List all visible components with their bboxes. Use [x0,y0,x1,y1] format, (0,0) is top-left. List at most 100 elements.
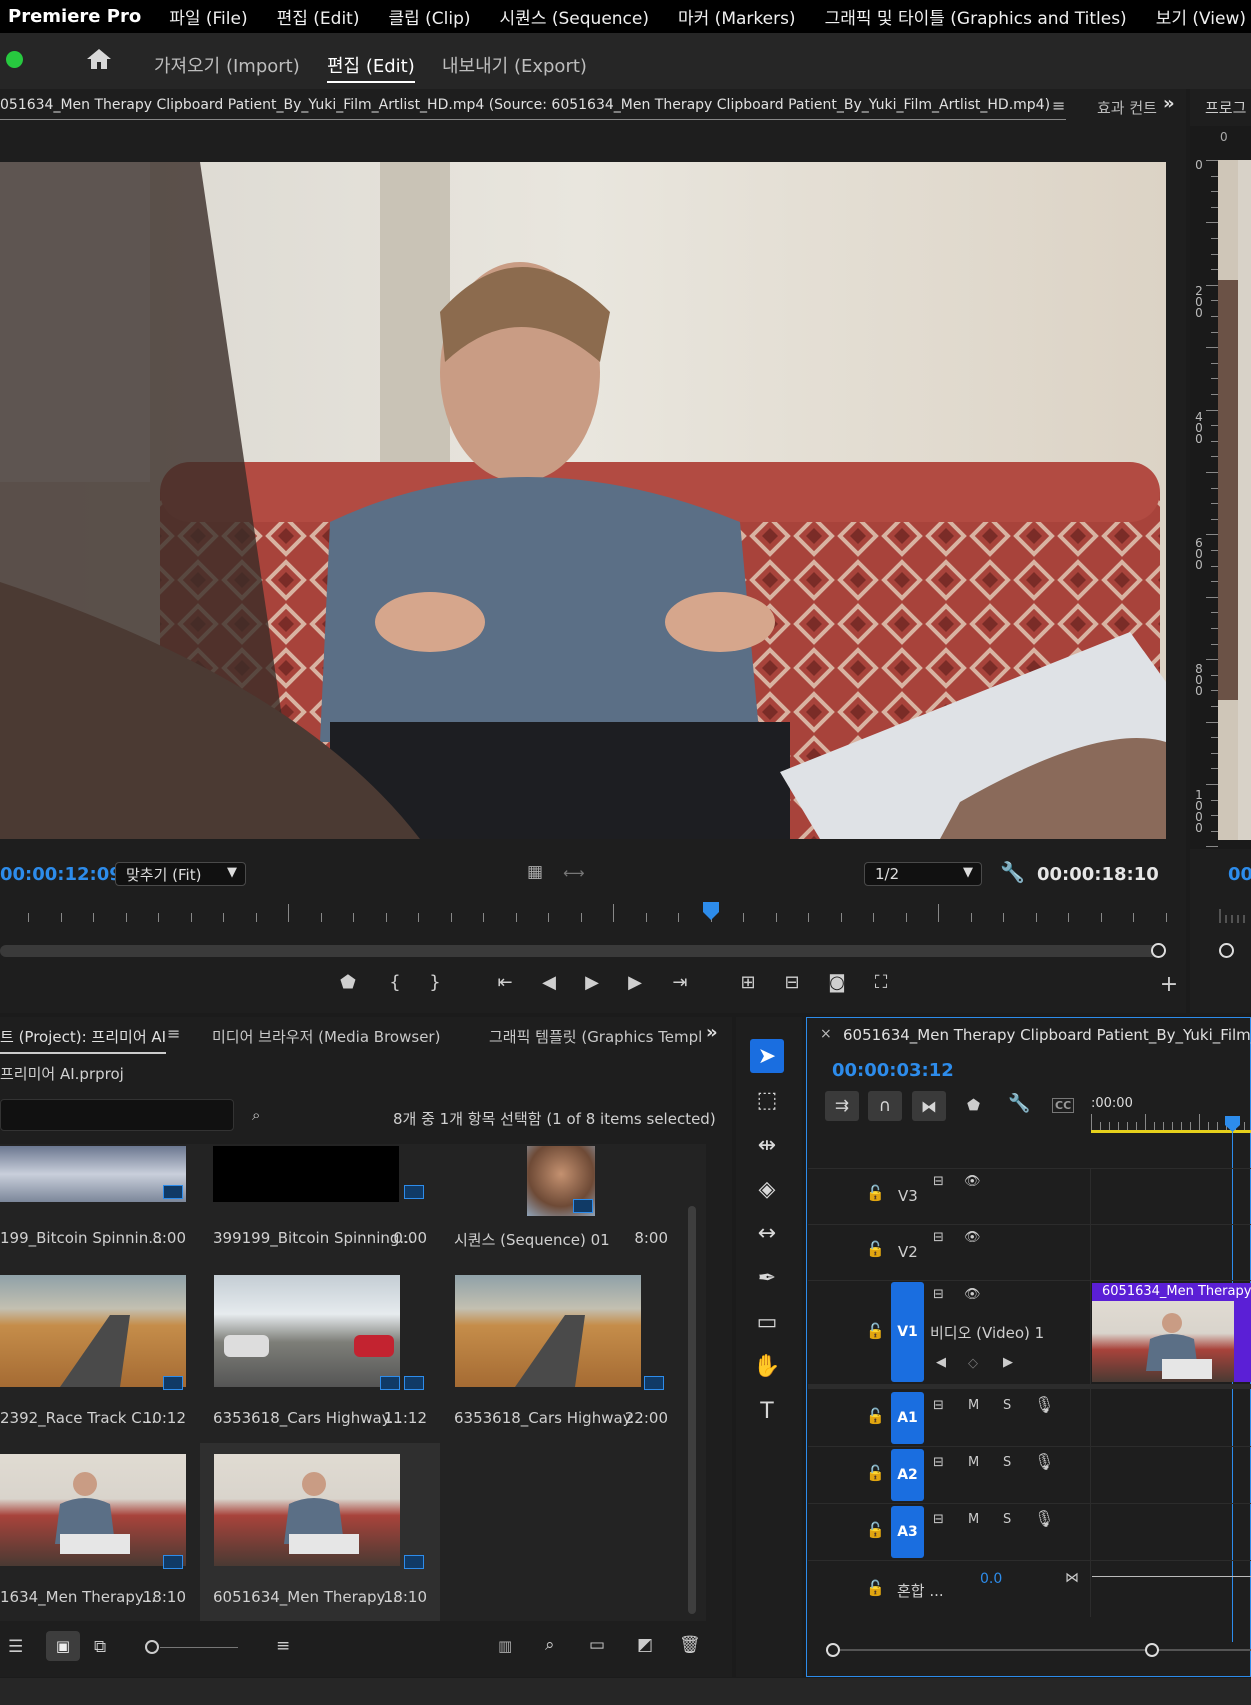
zoom-slider-handle[interactable] [145,1640,159,1654]
source-video-frame[interactable] [0,162,1166,839]
track-v1-badge[interactable]: V1 [891,1282,924,1382]
menu-sequence[interactable]: 시퀀스 (Sequence) [500,4,649,29]
search-input[interactable] [0,1099,234,1131]
find-icon[interactable]: ⌕ [545,1635,555,1655]
timeline-playhead[interactable] [1225,1116,1240,1132]
timeline-current-timecode[interactable]: 00:00:03:12 [832,1060,954,1081]
home-icon[interactable] [86,48,112,74]
next-keyframe-icon[interactable]: ▶ [1003,1355,1013,1370]
mark-out-icon[interactable]: } [422,972,448,993]
project-scrollbar[interactable] [688,1206,696,1614]
linked-selection-icon[interactable]: ⧓ [912,1091,946,1121]
hand-tool-icon[interactable]: ✋ [750,1349,784,1383]
timeline-scrollbar[interactable] [827,1649,1251,1651]
track-v2-label[interactable]: V2 [898,1243,918,1261]
type-tool-icon[interactable]: T [750,1394,784,1428]
go-to-in-icon[interactable]: ⇤ [492,972,518,993]
zoom-slider-track[interactable] [160,1647,238,1648]
panel-menu-icon[interactable]: ≡ [1052,96,1065,115]
selection-tool-icon[interactable]: ➤ [750,1039,784,1073]
video-clip-label[interactable]: 6051634_Men Therapy C [1092,1283,1251,1301]
project-item-thumbnail[interactable] [0,1454,186,1566]
resolution-dropdown[interactable]: 1/2 ▼ [864,862,982,886]
timeline-settings-icon[interactable]: 🔧 [1008,1093,1030,1114]
source-playhead[interactable] [703,902,720,920]
safe-margins-icon[interactable]: ⛶ [868,972,894,993]
source-time-ruler[interactable] [0,902,1167,928]
tab-media-browser[interactable]: 미디어 브라우저 (Media Browser) [212,1026,440,1047]
more-tabs-icon[interactable]: » [1163,93,1175,114]
solo-button[interactable]: S [1003,1512,1011,1527]
nest-toggle-icon[interactable]: ⇉ [825,1091,859,1121]
close-icon[interactable]: × [820,1026,832,1042]
track-a1-badge[interactable]: A1 [891,1392,924,1444]
step-back-icon[interactable]: ◀︎ [536,972,562,993]
fit-dropdown[interactable]: 맞추기 (Fit) ▼ [115,862,246,886]
mute-button[interactable]: M [968,1398,979,1413]
icon-view-icon[interactable]: ▣ [46,1631,80,1661]
scroll-handle[interactable] [826,1643,840,1657]
sequence-tab-title[interactable]: 6051634_Men Therapy Clipboard Patient_By… [843,1026,1251,1044]
export-frame-icon[interactable]: ◙ [824,972,850,993]
track-select-tool-icon[interactable]: ⬚ [750,1083,784,1117]
menu-graphics[interactable]: 그래픽 및 타이틀 (Graphics and Titles) [825,4,1127,29]
ripple-edit-tool-icon[interactable]: ⇹ [750,1128,784,1162]
tab-graphics-templates[interactable]: 그래픽 템플릿 (Graphics Templa [489,1026,703,1047]
project-item-thumbnail[interactable] [214,1275,400,1387]
add-keyframe-icon[interactable]: ◇ [968,1356,978,1371]
more-tabs-icon[interactable]: » [706,1022,718,1043]
prev-keyframe-icon[interactable]: ◀ [936,1355,946,1370]
tab-effect-controls[interactable]: 효과 컨트 [1097,97,1157,118]
list-view-icon[interactable]: ☰ [8,1637,23,1657]
program-timecode[interactable]: 00 [1228,864,1251,885]
menu-edit[interactable]: 편집 (Edit) [277,4,360,29]
freeform-view-icon[interactable]: ⧉ [94,1637,106,1657]
settings-wrench-icon[interactable]: 🔧 [1000,860,1025,884]
lock-icon[interactable]: 🔓 [866,1407,885,1425]
track-v1-name[interactable]: 비디오 (Video) 1 [930,1322,1044,1343]
sync-lock-icon[interactable]: ⊟ [933,1287,944,1302]
sync-lock-icon[interactable]: ⊟ [933,1398,944,1413]
program-video-frame[interactable] [1218,160,1251,840]
captions-icon[interactable]: CC [1052,1098,1075,1113]
video-clip-body[interactable] [1234,1301,1251,1382]
lock-icon[interactable]: 🔓 [866,1184,885,1202]
scroll-handle[interactable] [1151,943,1166,958]
overwrite-icon[interactable]: ⊟ [779,972,805,993]
sync-lock-icon[interactable]: ⊟ [933,1230,944,1245]
sync-lock-icon[interactable]: ⊟ [933,1455,944,1470]
program-scroll-handle[interactable] [1219,943,1234,958]
microphone-icon[interactable]: 🎙 [1034,1509,1054,1528]
menu-clip[interactable]: 클립 (Clip) [388,4,470,29]
mark-in-icon[interactable]: { [382,972,408,993]
lock-icon[interactable]: 🔓 [866,1579,885,1597]
tab-edit[interactable]: 편집 (Edit) [327,52,415,83]
eye-icon[interactable]: 👁 [964,1174,981,1189]
tab-export[interactable]: 내보내기 (Export) [442,52,587,78]
mute-button[interactable]: M [968,1512,979,1527]
lock-icon[interactable]: 🔓 [866,1322,885,1340]
razor-tool-icon[interactable]: ◈ [750,1172,784,1206]
play-icon[interactable]: ▶ [579,972,605,993]
snap-magnet-icon[interactable]: ∩ [868,1091,902,1121]
mix-track-label[interactable]: 혼합 ... [897,1580,944,1601]
source-zoom-scrollbar[interactable] [0,945,1158,957]
add-marker-icon[interactable]: ⬟ [967,1096,980,1114]
insert-icon[interactable]: ⊞ [735,972,761,993]
sync-lock-icon[interactable]: ⊟ [933,1512,944,1527]
slip-tool-icon[interactable]: ↔ [750,1216,784,1250]
add-marker-icon[interactable]: ⬟ [335,972,361,993]
pen-tool-icon[interactable]: ✒ [750,1261,784,1295]
project-menu-icon[interactable]: ≡ [167,1024,180,1043]
solo-button[interactable]: S [1003,1398,1011,1413]
track-a3-badge[interactable]: A3 [891,1506,924,1558]
add-button-icon[interactable]: + [1156,972,1182,997]
new-item-icon[interactable]: ◩ [637,1635,653,1655]
project-item-thumbnail[interactable] [214,1454,400,1566]
mute-button[interactable]: M [968,1455,979,1470]
menu-file[interactable]: 파일 (File) [169,4,247,29]
menu-view[interactable]: 보기 (View) [1156,4,1246,29]
tab-project[interactable]: 트 (Project): 프리미어 AI [0,1026,167,1054]
track-v3-label[interactable]: V3 [898,1187,918,1205]
sort-icon[interactable]: ≡ [276,1636,290,1656]
